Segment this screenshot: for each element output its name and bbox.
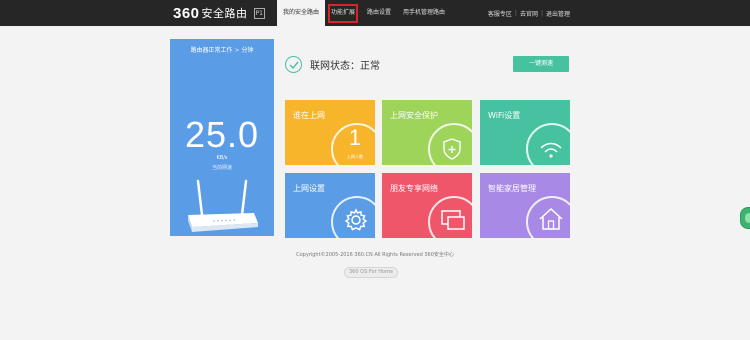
uptime-text: 路由器正常工作 > 分钟 <box>170 45 274 54</box>
shield-plus-icon <box>443 138 461 160</box>
online-user-count: 1 <box>348 125 362 150</box>
tile-friend-network[interactable]: 朋友专享网络 <box>382 173 472 238</box>
floating-assistant-icon[interactable] <box>740 207 750 229</box>
official-site-link[interactable]: 去官网 <box>520 9 538 18</box>
house-icon <box>539 207 563 230</box>
logo[interactable]: 360 安全路由 P1 <box>173 4 265 22</box>
os-version-badge: 360 OS For Home <box>344 267 398 278</box>
logo-text: 安全路由 <box>201 7 248 20</box>
speed-panel: 路由器正常工作 > 分钟 25.0 KB/s 当前网速 <box>170 39 274 236</box>
tile-smart-home[interactable]: 智能家居管理 <box>480 173 570 238</box>
window-icon <box>441 210 465 230</box>
top-bar: 360 安全路由 P1 我的安全路由 功能扩展 路由设置 用手机管理路由 客服专… <box>0 0 750 26</box>
speed-label: 当前网速 <box>211 165 232 171</box>
link-divider: | <box>540 9 543 17</box>
logout-link[interactable]: 退出管理 <box>546 9 570 18</box>
nav-mobile-management[interactable]: 用手机管理路由 <box>397 0 451 26</box>
tile-security-protection[interactable]: 上网安全保护 <box>382 100 472 165</box>
status-check-icon <box>285 56 302 73</box>
logo-number: 360 <box>173 4 200 22</box>
assistant-dot <box>745 213 750 223</box>
tile-wifi-settings[interactable]: WiFi设置 <box>480 100 570 165</box>
wifi-icon <box>540 142 562 158</box>
tile-label: 谁在上网 <box>293 111 325 120</box>
copyright-text: Copyright©2005-2016 360.CN All Rights Re… <box>296 252 454 258</box>
uptime-prefix: 路由器正常工作 <box>190 47 233 54</box>
tile-internet-settings[interactable]: 上网设置 <box>285 173 375 238</box>
nav-router-settings[interactable]: 路由设置 <box>361 0 397 26</box>
router-image <box>188 179 258 232</box>
gear-icon <box>344 208 368 231</box>
tile-label: WiFi设置 <box>488 111 521 120</box>
top-links: 客服专区 | 去官网 | 退出管理 <box>488 0 570 26</box>
link-divider: | <box>514 9 517 17</box>
support-link[interactable]: 客服专区 <box>488 9 512 18</box>
tile-label: 上网设置 <box>293 184 325 193</box>
online-user-label: 上网人数 <box>347 154 363 159</box>
current-speed: 25.0 <box>184 114 260 155</box>
uptime-value: 分钟 <box>241 47 254 54</box>
tile-label: 智能家居管理 <box>488 184 536 193</box>
network-status: 联网状态：正常 <box>310 61 380 72</box>
speed-unit: KB/s <box>216 155 228 161</box>
tile-label: 朋友专享网络 <box>390 184 438 193</box>
nav-feature-extensions[interactable]: 功能扩展 <box>325 0 361 26</box>
uptime-arrow: > <box>234 47 240 54</box>
speed-test-button[interactable]: 一键测速 <box>513 56 569 72</box>
main-nav: 我的安全路由 功能扩展 路由设置 用手机管理路由 <box>277 0 451 26</box>
nav-my-router[interactable]: 我的安全路由 <box>277 0 326 26</box>
tile-label: 上网安全保护 <box>390 111 438 120</box>
model-badge: P1 <box>253 7 265 19</box>
